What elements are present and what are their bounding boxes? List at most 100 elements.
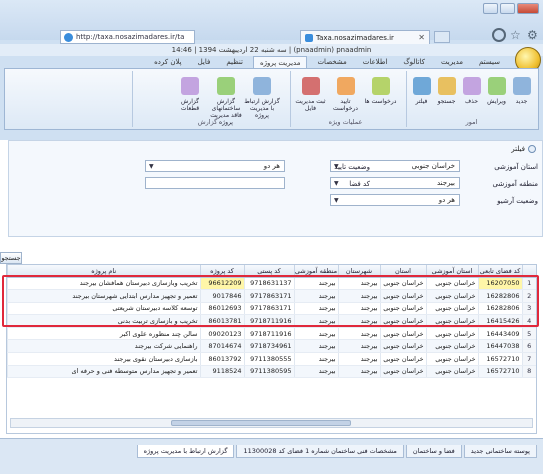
filter-value: بیرجند xyxy=(436,179,455,187)
home-icon[interactable] xyxy=(492,28,506,42)
table-row[interactable]: 7 16572710 خراسان جنوبی خراسان جنوبی بیرجند ب… xyxy=(7,352,536,366)
favicon-icon xyxy=(305,33,313,42)
filter-value: هر دو xyxy=(438,196,455,204)
filter-label: وضعیت آرشیو xyxy=(497,197,538,205)
ribbon-tab[interactable]: فایل xyxy=(192,56,217,68)
ribbon-button-label: جستجو xyxy=(437,98,456,105)
bottom-tab-bar: پوسته ساختمانی جدید فضا و ساختمان مشخصات ف… xyxy=(0,438,543,474)
ribbon-button[interactable]: گزارش قطعات xyxy=(172,77,208,112)
ribbon-group-label: عملیات ویژه xyxy=(328,118,363,126)
table-cell: 87014674 xyxy=(199,339,244,354)
filter-input[interactable] xyxy=(145,177,285,189)
ribbon-button-icon xyxy=(412,77,431,95)
ribbon-tab[interactable]: مدیریت xyxy=(435,56,469,68)
table-cell: بیرجند xyxy=(337,365,380,379)
filter-header[interactable]: فیلتر xyxy=(511,145,536,153)
ribbon-tab[interactable]: کاتالوگ xyxy=(397,56,431,68)
ribbon-button[interactable]: گزارش ارتباط با مدیریت پروژه xyxy=(244,77,280,119)
filter-label: کد فضا xyxy=(349,180,370,188)
maximize-button[interactable] xyxy=(500,3,515,14)
minimize-button[interactable] xyxy=(483,3,498,14)
ribbon-button-label: ثبت مدیریت فایل xyxy=(295,98,326,112)
filter-label: منطقه آموزشی xyxy=(492,180,538,188)
ribbon-group: گزارش ارتباط با مدیریت پروژه گزارش ساختما… xyxy=(132,71,282,127)
ribbon-button-label: حذف xyxy=(464,98,479,105)
ribbon-button-icon xyxy=(217,77,235,95)
table-cell: 86013792 xyxy=(199,352,244,366)
scrollbar-thumb[interactable] xyxy=(171,420,351,426)
ribbon-button-icon xyxy=(462,77,481,95)
ribbon-tab[interactable]: تنظیم xyxy=(220,56,249,68)
table-cell: بیرجند xyxy=(293,352,338,366)
table-cell: خراسان جنوبی xyxy=(379,365,426,379)
ribbon-button[interactable]: جستجو xyxy=(434,77,459,105)
table-cell: بیرجند xyxy=(293,365,338,379)
table-cell: بیرجند xyxy=(293,339,338,354)
table-row[interactable]: 8 16572710 خراسان جنوبی خراسان جنوبی بیرجند ب… xyxy=(7,365,536,379)
ribbon-button[interactable]: تایید درخواست xyxy=(328,77,363,112)
table-cell: خراسان جنوبی xyxy=(425,327,478,341)
table-cell: 7 xyxy=(521,352,536,366)
table-cell: 9718734961 xyxy=(243,339,294,354)
ribbon-group: درخواست ها تایید درخواست ثبت مدیریت فایل عم… xyxy=(290,71,400,127)
table-cell: 9118524 xyxy=(199,365,244,379)
ribbon-button-icon xyxy=(336,77,355,95)
filter-select[interactable]: ▼ هر دو xyxy=(145,160,285,172)
ribbon-button-icon xyxy=(437,77,456,95)
table-cell: 16572710 xyxy=(477,352,522,366)
ribbon-button-label: گزارش قطعات xyxy=(180,98,200,112)
ribbon-button-icon xyxy=(512,77,531,95)
window-controls xyxy=(483,3,539,14)
chevron-down-icon: ▼ xyxy=(149,163,154,170)
ribbon-tab[interactable]: مدیریت پروژه xyxy=(252,56,308,68)
table-cell: 16443409 xyxy=(477,327,522,341)
table-cell: 16572710 xyxy=(477,365,522,379)
horizontal-scrollbar[interactable] xyxy=(10,418,533,428)
ribbon-button-label: ویرایش xyxy=(487,98,506,105)
ribbon-tabs: پلان کرده فایل تنظیم مدیریت پروژه مشخصات اطلا… xyxy=(96,56,506,68)
ribbon-button[interactable]: حذف xyxy=(459,77,484,105)
new-tab-button[interactable] xyxy=(434,31,450,43)
tab-close-icon[interactable]: ✕ xyxy=(418,33,425,42)
favorites-star-icon[interactable]: ☆ xyxy=(510,28,524,42)
table-cell: 16447038 xyxy=(477,339,522,354)
ribbon-button[interactable]: ویرایش xyxy=(484,77,509,105)
ribbon-button[interactable]: فیلتر xyxy=(409,77,434,105)
table-row[interactable]: 5 16443409 خراسان جنوبی خراسان جنوبی بیرجند ب… xyxy=(7,327,536,341)
table-cell: 09020123 xyxy=(199,327,244,341)
document-tab[interactable]: فضا و ساختمان xyxy=(405,445,462,458)
filter-title: فیلتر xyxy=(511,145,525,153)
gear-icon[interactable]: ⚙ xyxy=(527,28,541,42)
table-cell: بیرجند xyxy=(293,327,338,341)
chevron-down-icon: ▼ xyxy=(334,197,339,204)
close-button[interactable] xyxy=(517,3,539,14)
ribbon-button[interactable]: جدید xyxy=(509,77,534,105)
ribbon-tab[interactable]: اطلاعات xyxy=(357,56,394,68)
ribbon-button-label: جدید xyxy=(515,98,528,105)
ribbon-button-icon xyxy=(301,77,320,95)
search-button[interactable]: جستجو xyxy=(0,252,22,264)
ribbon-tab[interactable]: مشخصات xyxy=(311,56,352,68)
ribbon-tab[interactable]: سیستم xyxy=(473,56,506,68)
filter-select[interactable]: ▼ هر دو xyxy=(330,194,460,206)
tab-title: Taxa.nosazimadares.ir xyxy=(316,33,394,42)
ribbon-button-label: درخواست ها xyxy=(364,98,397,105)
document-tab[interactable]: مشخصات فنی ساختمان شماره 1 فضای کد 11300… xyxy=(236,445,404,458)
collapse-icon[interactable] xyxy=(528,145,536,153)
ribbon-tab[interactable]: پلان کرده xyxy=(148,56,187,68)
highlight-annotation xyxy=(2,275,539,327)
table-cell: بیرجند xyxy=(337,352,380,366)
table-cell: تعمیر و تجهیز مدارس متوسطه فنی و حرفه ای xyxy=(7,365,200,379)
table-row[interactable]: 6 16447038 خراسان جنوبی خراسان جنوبی بیرجند ب… xyxy=(7,339,536,354)
document-tab[interactable]: پوسته ساختمانی جدید xyxy=(463,445,537,458)
table-cell: سالن چند منظوره علوی اکبر xyxy=(7,327,200,341)
browser-tab[interactable]: Taxa.nosazimadares.ir ✕ xyxy=(300,30,430,44)
address-bar[interactable]: http://taxa.nosazimadares.ir/ta xyxy=(60,30,195,44)
table-cell: بیرجند xyxy=(337,327,380,341)
ribbon-button[interactable]: ثبت مدیریت فایل xyxy=(293,77,328,112)
ribbon-group: جدید ویرایش حذف جستجو فیلتر امور xyxy=(406,71,536,127)
ribbon-button[interactable]: درخواست ها xyxy=(363,77,398,105)
document-tab[interactable]: گزارش ارتباط با مدیریت پروژه xyxy=(136,445,235,458)
address-url[interactable]: http://taxa.nosazimadares.ir/ta xyxy=(76,33,184,41)
ribbon-button-icon xyxy=(487,77,506,95)
